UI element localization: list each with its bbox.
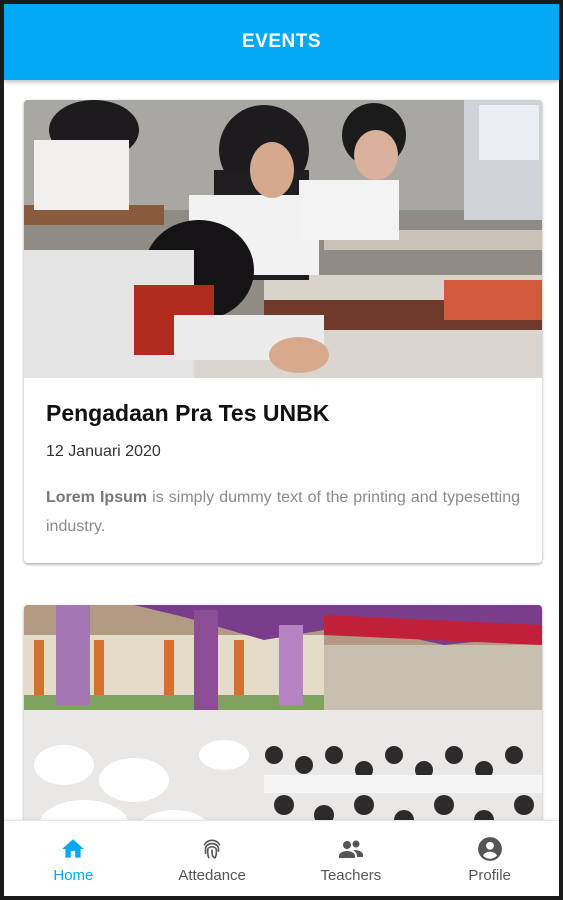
event-card[interactable] xyxy=(24,605,542,820)
nav-profile[interactable]: Profile xyxy=(420,821,559,896)
app-bar: EVENTS xyxy=(4,4,559,80)
event-card[interactable]: Pengadaan Pra Tes UNBK 12 Januari 2020 L… xyxy=(24,100,542,563)
event-image-assembly xyxy=(24,605,542,820)
nav-attendance-label: Attedance xyxy=(178,866,246,884)
event-image-classroom xyxy=(24,100,542,378)
account-circle-icon xyxy=(477,835,503,863)
nav-attendance[interactable]: Attedance xyxy=(143,821,282,896)
fingerprint-icon xyxy=(199,835,225,863)
nav-teachers-label: Teachers xyxy=(320,866,382,884)
app-frame: EVENTS Pengadaan Pra Tes UNBK 12 Januari… xyxy=(4,4,559,896)
home-icon xyxy=(60,835,86,863)
events-list[interactable]: Pengadaan Pra Tes UNBK 12 Januari 2020 L… xyxy=(4,80,559,820)
nav-teachers[interactable]: Teachers xyxy=(282,821,421,896)
page-title: EVENTS xyxy=(241,31,322,52)
event-title: Pengadaan Pra Tes UNBK xyxy=(46,400,330,426)
nav-home-label: Home xyxy=(53,866,94,884)
event-description-bold: Lorem Ipsum xyxy=(46,489,148,506)
bottom-navigation: Home Attedance Teachers Profile xyxy=(4,820,559,896)
nav-profile-label: Profile xyxy=(468,866,511,884)
nav-home[interactable]: Home xyxy=(4,821,143,896)
event-date: 12 Januari 2020 xyxy=(46,443,161,460)
event-description: Lorem Ipsum is simply dummy text of the … xyxy=(46,483,520,541)
people-icon xyxy=(337,835,365,863)
